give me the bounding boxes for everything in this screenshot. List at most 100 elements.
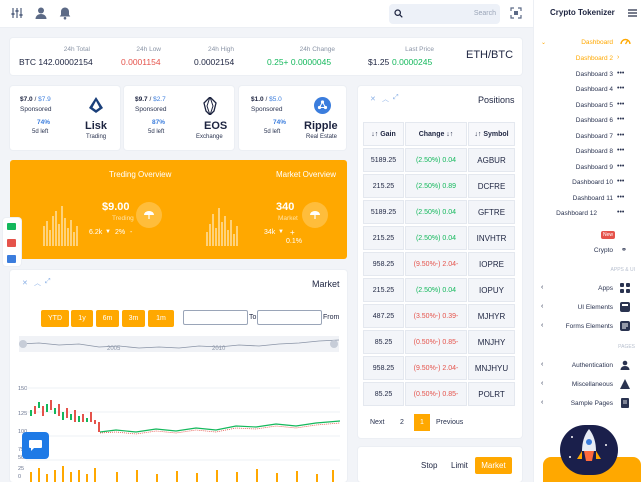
ui-elements-icon: [620, 302, 630, 314]
from-label: From: [323, 314, 340, 321]
chat-button[interactable]: [22, 432, 49, 459]
coin-name: EOS: [204, 120, 228, 132]
market-sparkline: [206, 208, 238, 246]
more-dots-icon[interactable]: •••: [617, 147, 624, 154]
order-stop-tab[interactable]: Stop: [421, 461, 437, 470]
pager-next[interactable]: Next: [370, 419, 384, 426]
floating-tools: [3, 218, 21, 266]
symbol-cell: IOPUY: [468, 278, 515, 302]
stat-value: 0.0001154: [121, 57, 161, 67]
gallery-icon[interactable]: [7, 255, 16, 263]
coin-card-lisk[interactable]: $7.0 / $7.9 Sponsored 74% 5d left Lisk T…: [10, 86, 120, 150]
more-dots-icon[interactable]: •••: [617, 194, 624, 201]
close-icon[interactable]: ✕: [370, 95, 376, 103]
sidebar-item-dashboard-5[interactable]: Dashboard 5: [576, 102, 613, 109]
more-dots-icon[interactable]: •••: [617, 101, 624, 108]
table-row[interactable]: 215.25 (2.50%) 0.04 INVHTR: [363, 226, 515, 252]
chevron-right-icon[interactable]: ›: [617, 54, 619, 61]
sidebar-item-dashboard-9[interactable]: Dashboard 9: [576, 164, 613, 171]
chart-navigator[interactable]: [19, 336, 339, 352]
search-input[interactable]: Search: [389, 4, 500, 24]
more-dots-icon[interactable]: •••: [617, 116, 624, 123]
sliders-icon[interactable]: [10, 6, 24, 20]
more-dots-icon[interactable]: •••: [617, 132, 624, 139]
order-limit-tab[interactable]: Limit: [451, 461, 468, 470]
order-market-tab[interactable]: Market: [475, 457, 512, 474]
menu-icon[interactable]: [628, 9, 637, 19]
sidebar-item-dashboard-11[interactable]: Dashboard 11: [573, 195, 613, 202]
fullscreen-icon[interactable]: [510, 7, 524, 21]
sidebar-item-dashboard-4[interactable]: Dashboard 4: [576, 86, 613, 93]
sidebar-item-dashboard-2[interactable]: Dashboard 2: [576, 55, 613, 62]
table-row[interactable]: 487.25 (3.50%-) 0.39- MJHYR: [363, 304, 515, 330]
header-change[interactable]: Change ↓↑: [405, 122, 467, 146]
pager-page-1[interactable]: 1: [414, 414, 430, 431]
symbol-cell: DCFRE: [468, 174, 515, 198]
sidebar-item-crypto[interactable]: Crypto: [594, 247, 613, 254]
expand-icon[interactable]: ⤢: [393, 94, 399, 102]
search-icon: [394, 9, 403, 20]
table-row[interactable]: 215.25 (2.50%) 0.89 DCFRE: [363, 174, 515, 200]
sidebar-item-apps[interactable]: Apps: [598, 285, 613, 292]
close-icon[interactable]: ✕: [22, 279, 28, 287]
range-1y-button[interactable]: 1y: [71, 310, 93, 327]
user-icon[interactable]: [34, 6, 48, 20]
sidebar-item-dashboard-7[interactable]: Dashboard 7: [576, 133, 613, 140]
table-row[interactable]: 5189.25 (2.50%) 0.04 GFTRE: [363, 200, 515, 226]
bell-icon[interactable]: [58, 6, 72, 20]
sidebar-item-sample-pages[interactable]: Sample Pages: [571, 400, 613, 407]
table-row[interactable]: 85.25 (0.50%-) 0.85- MNJHY: [363, 330, 515, 356]
chevron-left-icon: ‹: [541, 322, 544, 329]
stat-label: 24h High: [207, 46, 234, 53]
range-6m-button[interactable]: 6m: [96, 310, 119, 327]
change-cell: (2.50%) 0.04: [405, 200, 467, 224]
table-row[interactable]: 85.25 (0.50%-) 0.85- POLRT: [363, 382, 515, 408]
trading-k: 6.2k: [89, 229, 103, 236]
sidebar-item-dashboard-3[interactable]: Dashboard 3: [576, 71, 613, 78]
sidebar-item-dashboard-6[interactable]: Dashboard 6: [576, 117, 613, 124]
table-row[interactable]: 958.25 (9.50%-) 2.04- MNJHYU: [363, 356, 515, 382]
more-dots-icon[interactable]: •••: [617, 163, 624, 170]
header-symbol[interactable]: ↓↑ Symbol: [468, 122, 515, 146]
sidebar-item-dashboard-10[interactable]: Dashboard 10: [572, 179, 613, 186]
table-row[interactable]: 5189.25 (2.50%) 0.04 AGBUR: [363, 148, 515, 174]
image-icon[interactable]: [7, 239, 16, 247]
more-dots-icon[interactable]: •••: [617, 209, 624, 216]
coin-card-eos[interactable]: $9.7 / $2.7 Sponsored 87% 5d left EOS Ex…: [124, 86, 234, 150]
header-gain[interactable]: ↓↑ Gain: [363, 122, 404, 146]
sidebar-item-miscellaneous[interactable]: Miscellaneous: [572, 381, 613, 388]
more-dots-icon[interactable]: •••: [617, 85, 624, 92]
range-ytd-button[interactable]: YTD: [41, 310, 69, 327]
sidebar-item-dashboard-8[interactable]: Dashboard 8: [576, 148, 613, 155]
pager-previous[interactable]: Previous: [436, 419, 463, 426]
pair-label: ETH/BTC: [466, 49, 514, 61]
range-1m-button[interactable]: 1m: [148, 310, 174, 327]
sidebar-item-dashboard[interactable]: Dashboard: [581, 39, 613, 46]
trading-label: Treding: [112, 215, 134, 222]
table-row[interactable]: 215.25 (2.50%) 0.04 IOPUY: [363, 278, 515, 304]
coin-sponsored: Sponsored: [20, 106, 52, 113]
market-pct: 0.1%: [286, 238, 302, 245]
sidebar-item-authentication[interactable]: Authentication: [572, 362, 613, 369]
symbol-cell: AGBUR: [468, 148, 515, 172]
date-to-input[interactable]: [257, 310, 322, 325]
more-dots-icon[interactable]: •••: [617, 178, 624, 185]
date-from-input[interactable]: [183, 310, 248, 325]
more-dots-icon[interactable]: •••: [617, 70, 624, 77]
sidebar-item-dashboard-12[interactable]: Dashboard 12: [556, 210, 597, 217]
change-cell: (0.50%-) 0.85-: [405, 330, 467, 354]
expand-icon[interactable]: ⤢: [45, 278, 51, 286]
sidebar-item-forms-elements[interactable]: Forms Elements: [566, 323, 613, 330]
coin-card-ripple[interactable]: $1.0 / $5.0 Sponsored 74% 5d left Ripple…: [239, 86, 346, 150]
stat-value: 0.0002154: [194, 57, 235, 67]
chevron-up-icon[interactable]: ︿: [34, 278, 41, 288]
sidebar-item-ui-elements[interactable]: UI Elements: [578, 304, 613, 311]
top-bar: Search: [0, 0, 533, 28]
table-row[interactable]: 958.25 (9.50%-) 2.04- IOPRE: [363, 252, 515, 278]
pager-page-2[interactable]: 2: [400, 419, 404, 426]
range-3m-button[interactable]: 3m: [122, 310, 145, 327]
chevron-up-icon[interactable]: ︿: [382, 94, 389, 104]
money-icon[interactable]: [7, 223, 16, 230]
new-badge: New: [601, 231, 616, 239]
coin-days-left: 5d left: [264, 129, 281, 135]
